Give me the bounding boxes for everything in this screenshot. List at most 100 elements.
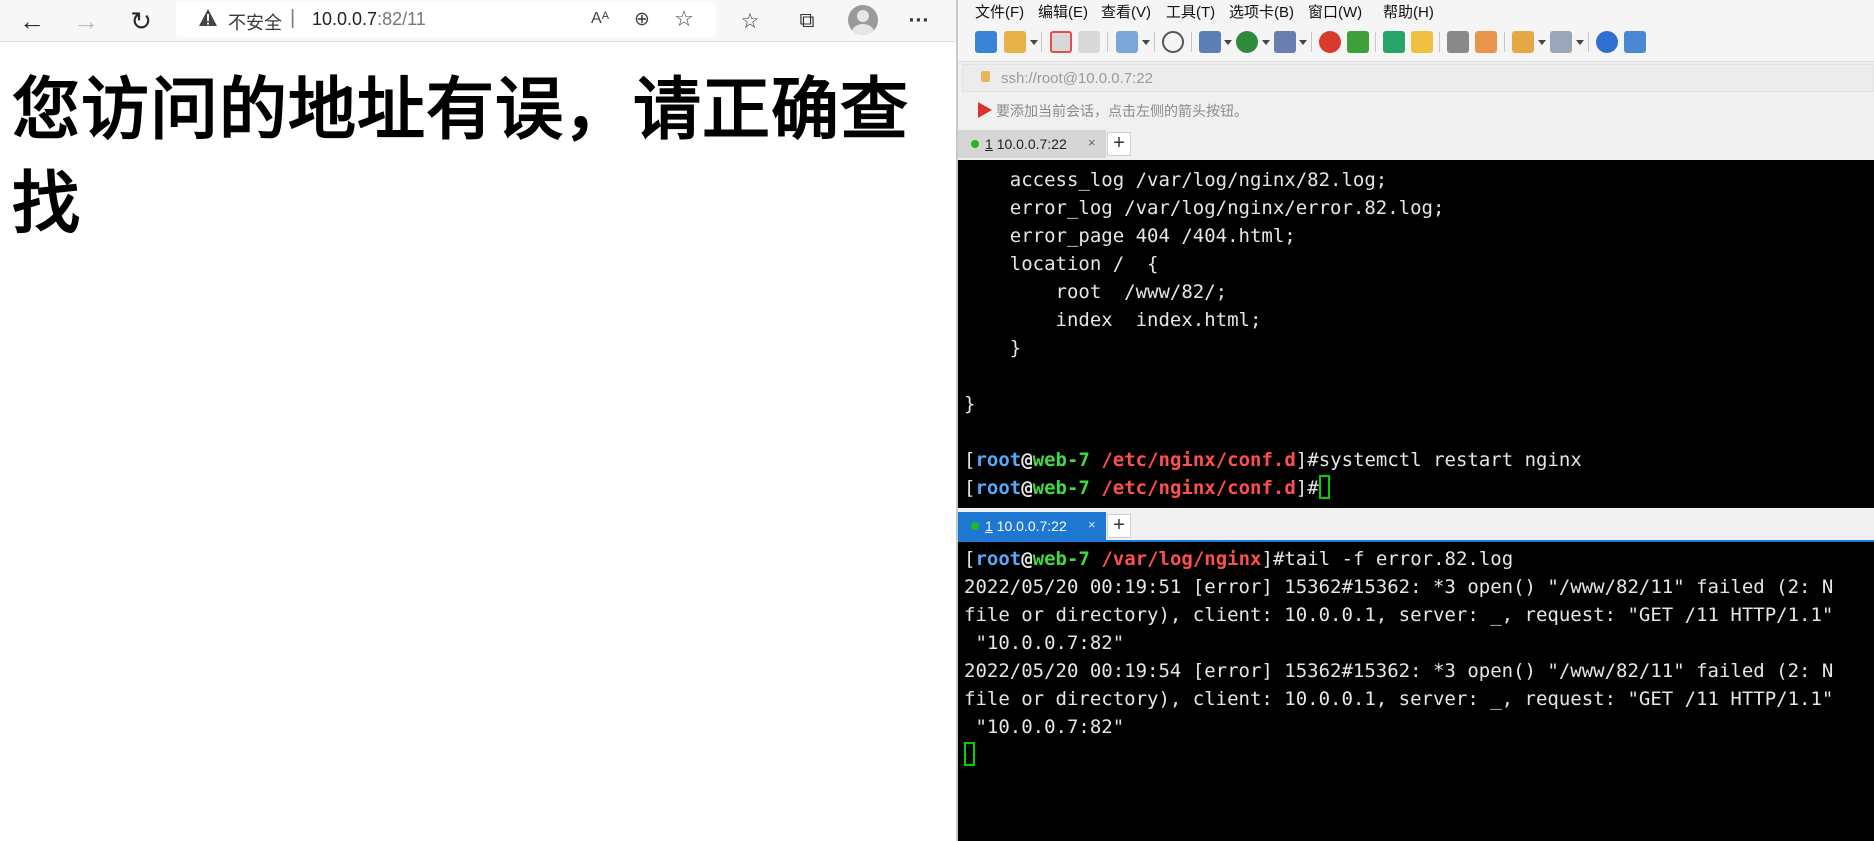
menu-bar: 文件(F) 编辑(E) 查看(V) 工具(T) 选项卡(B) 窗口(W) 帮助(… [958,0,1874,22]
prompt-path: /etc/nginx/conf.d [1101,449,1296,471]
tab-index: 1 [985,136,993,152]
terminal-line: index index.html; [964,309,1262,331]
top-terminal[interactable]: access_log /var/log/nginx/82.log; error_… [958,160,1874,508]
prompt-host: web-7 [1032,449,1090,471]
keyboard-icon[interactable] [1447,31,1469,53]
top-tab-bar: 1 10.0.0.7:22 × + [958,130,1874,158]
properties-icon[interactable] [1116,31,1138,53]
xftp-icon[interactable] [1319,31,1341,53]
back-icon[interactable]: ← [14,3,50,39]
hint-bar: 要添加当前会话，点击左侧的箭头按钮。 [958,96,1874,124]
terminal-cursor [964,742,975,766]
prompt-line: [root@web-7 /var/log/nginx]#tail -f erro… [964,548,1514,570]
prompt-line: [root@web-7 /etc/nginx/conf.d]#systemctl… [964,449,1582,471]
tab-host: 10.0.0.7:22 [996,136,1067,152]
find-icon[interactable] [1162,31,1184,53]
more-icon[interactable]: ··· [902,4,936,38]
close-icon[interactable]: × [1088,517,1096,532]
prompt-at: @ [1021,548,1033,570]
cursor-line [964,741,975,769]
log-line: "10.0.0.7:82" [964,716,1125,738]
bottom-tab-bar: 1 10.0.0.7:22 × + [958,512,1874,540]
lock-icon [981,71,990,82]
add-tab-button[interactable]: + [1107,514,1131,538]
log-line: 2022/05/20 00:19:54 [error] 15362#15362:… [964,660,1834,682]
add-tab-button[interactable]: + [1107,132,1131,156]
hint-text: 要添加当前会话，点击左侧的箭头按钮。 [996,103,1248,119]
menu-window[interactable]: 窗口(W) [1308,1,1362,22]
terminal-line: } [964,393,976,415]
prompt-host: web-7 [1032,477,1090,499]
menu-view[interactable]: 查看(V) [1101,1,1151,22]
toolbar-separator [1191,32,1192,52]
tab-label: 1 10.0.0.7:22 [985,136,1067,152]
address-separator: | [290,7,296,29]
log-line: file or directory), client: 10.0.0.1, se… [964,604,1834,626]
menu-help[interactable]: 帮助(H) [1383,1,1434,22]
session-tab-active[interactable]: 1 10.0.0.7:22 × [958,512,1106,540]
connected-dot-icon [971,140,979,148]
read-aloud-icon[interactable]: Aᴬ [586,5,614,33]
open-dropdown-icon[interactable] [1030,40,1038,45]
terminal-line: error_page 404 /404.html; [964,225,1296,247]
toolbar-separator [1311,32,1312,52]
properties-dropdown-icon[interactable] [1142,40,1150,45]
layout-icon[interactable] [1199,31,1221,53]
url-path: :82/11 [377,9,426,29]
favorites-icon[interactable]: ☆ [733,4,767,38]
zoom-icon[interactable]: ⊕ [628,5,656,33]
lock-icon[interactable] [1411,31,1433,53]
window-layout-icon[interactable] [1550,31,1572,53]
prompt-end: # [1307,477,1319,499]
screen: ← → ↻ 不安全 | 10.0.0.7:82/11 Aᴬ ⊕ ☆ ☆ ⧉ ··… [0,0,1874,841]
terminal-line: access_log /var/log/nginx/82.log; [964,169,1388,191]
url-text[interactable]: 10.0.0.7:82/11 [312,9,426,30]
xmanager-icon[interactable] [1347,31,1369,53]
menu-tools[interactable]: 工具(T) [1166,1,1215,22]
forward-icon[interactable]: → [68,3,104,39]
font-dropdown-icon[interactable] [1299,40,1307,45]
font-icon[interactable] [1274,31,1296,53]
script-folder-icon[interactable] [1512,31,1534,53]
log-line: 2022/05/20 00:19:51 [error] 15362#15362:… [964,576,1834,598]
refresh-icon[interactable]: ↻ [123,3,159,39]
menu-tabs[interactable]: 选项卡(B) [1229,1,1294,22]
layout-dropdown-icon[interactable] [1224,40,1232,45]
menu-edit[interactable]: 编辑(E) [1038,1,1088,22]
highlight-icon[interactable] [1475,31,1497,53]
collections-icon[interactable]: ⧉ [790,4,824,38]
add-favorite-icon[interactable]: ☆ [670,5,698,33]
help-icon[interactable] [1596,31,1618,53]
session-tab[interactable]: 1 10.0.0.7:22 × [958,130,1106,158]
bottom-terminal[interactable]: [root@web-7 /var/log/nginx]#tail -f erro… [958,542,1874,841]
bookmark-arrow-icon[interactable] [978,102,992,118]
chat-icon[interactable] [1624,31,1646,53]
window-layout-dropdown-icon[interactable] [1576,40,1584,45]
disconnect-icon[interactable] [1078,31,1100,53]
warning-icon[interactable] [198,8,218,28]
profile-icon[interactable] [848,5,878,35]
new-session-icon[interactable] [975,31,997,53]
session-address-bar[interactable]: ssh://root@10.0.0.7:22 [962,64,1874,92]
command-text: #systemctl restart nginx [1307,449,1582,471]
prompt-at: @ [1021,449,1033,471]
log-line: file or directory), client: 10.0.0.1, se… [964,688,1834,710]
menu-file[interactable]: 文件(F) [975,1,1024,22]
toolbar-separator [1041,32,1042,52]
fullscreen-icon[interactable] [1383,31,1405,53]
security-label[interactable]: 不安全 [228,9,282,35]
page-heading: 您访问的地址有误，请正确查找 [12,71,910,244]
address-bar[interactable]: 不安全 | 10.0.0.7:82/11 Aᴬ ⊕ ☆ [176,1,716,37]
toolbar-separator [1107,32,1108,52]
terminal-line: } [964,337,1022,359]
globe-icon[interactable] [1236,31,1258,53]
connected-dot-icon [971,522,979,530]
prompt-user: root [975,548,1022,570]
toolbar-separator [1504,32,1505,52]
open-folder-icon[interactable] [1004,31,1026,53]
connect-icon[interactable] [1050,31,1072,53]
script-dropdown-icon[interactable] [1538,40,1546,45]
close-icon[interactable]: × [1088,135,1096,150]
tab-host: 10.0.0.7:22 [996,518,1067,534]
globe-dropdown-icon[interactable] [1262,40,1270,45]
